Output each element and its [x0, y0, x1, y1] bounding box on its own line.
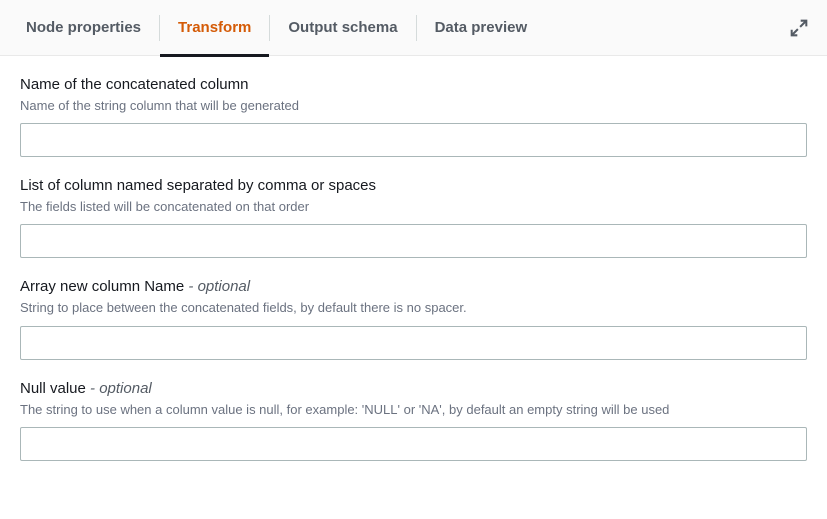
label-text: Array new column Name: [20, 278, 184, 295]
field-array-new-column-name: Array new column Name - optional String …: [20, 276, 807, 359]
form-body: Name of the concatenated column Name of …: [0, 56, 827, 503]
field-label: Name of the concatenated column: [20, 74, 807, 95]
optional-text: - optional: [184, 278, 250, 295]
label-text: Name of the concatenated column: [20, 76, 248, 93]
field-description: The string to use when a column value is…: [20, 401, 807, 419]
tab-label: Data preview: [435, 19, 528, 36]
tab-data-preview[interactable]: Data preview: [417, 0, 546, 56]
tab-label: Transform: [178, 19, 251, 36]
tab-output-schema[interactable]: Output schema: [270, 0, 415, 56]
tab-label: Node properties: [26, 19, 141, 36]
field-column-list: List of column named separated by comma …: [20, 175, 807, 258]
field-description: String to place between the concatenated…: [20, 299, 807, 317]
optional-text: - optional: [86, 380, 152, 397]
field-description: Name of the string column that will be g…: [20, 97, 807, 115]
tab-node-properties[interactable]: Node properties: [8, 0, 159, 56]
field-label: Null value - optional: [20, 378, 807, 399]
column-list-input[interactable]: [20, 224, 807, 258]
label-text: Null value: [20, 380, 86, 397]
label-text: List of column named separated by comma …: [20, 177, 376, 194]
field-description: The fields listed will be concatenated o…: [20, 198, 807, 216]
tab-transform[interactable]: Transform: [160, 0, 269, 56]
null-value-input[interactable]: [20, 427, 807, 461]
expand-icon[interactable]: [787, 16, 811, 40]
concatenated-column-name-input[interactable]: [20, 123, 807, 157]
field-label: Array new column Name - optional: [20, 276, 807, 297]
field-label: List of column named separated by comma …: [20, 175, 807, 196]
field-concatenated-column-name: Name of the concatenated column Name of …: [20, 74, 807, 157]
tabs-bar: Node properties Transform Output schema …: [0, 0, 827, 56]
field-null-value: Null value - optional The string to use …: [20, 378, 807, 461]
tab-label: Output schema: [288, 19, 397, 36]
array-new-column-name-input[interactable]: [20, 326, 807, 360]
